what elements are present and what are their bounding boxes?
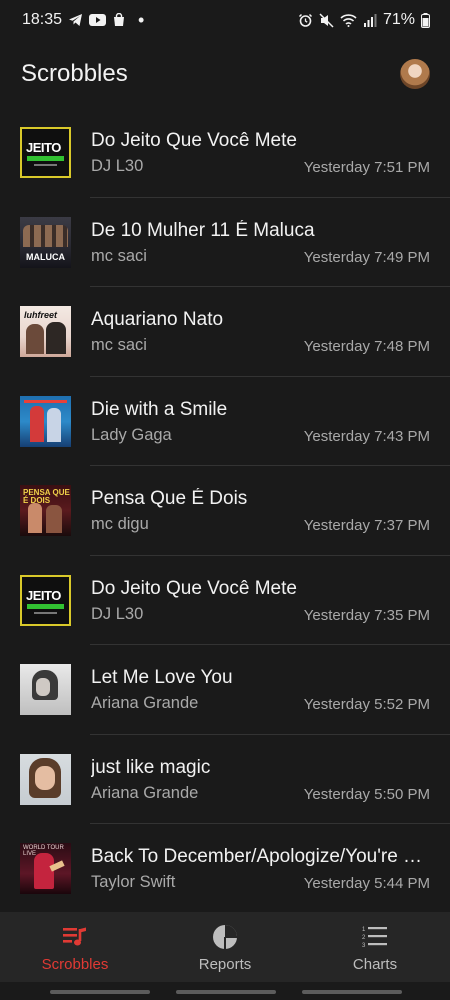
notification-dot: •: [138, 10, 145, 30]
track-title: Die with a Smile: [91, 398, 228, 420]
album-art: Iuhfreet: [20, 306, 71, 357]
album-art: [20, 395, 71, 447]
nav-reports-label: Reports: [198, 956, 252, 973]
pie-chart-icon: [212, 924, 238, 950]
album-art: MALUCA: [20, 216, 71, 268]
svg-text:3: 3: [362, 943, 366, 949]
mute-icon: [319, 12, 334, 28]
gesture-pill-left: [50, 990, 150, 994]
nav-charts[interactable]: 1 2 3 Charts: [300, 912, 450, 982]
nav-scrobbles-label: Scrobbles: [41, 956, 109, 973]
battery-icon: [421, 12, 430, 28]
svg-text:1: 1: [362, 927, 366, 933]
track-artist: Ariana Grande: [91, 783, 199, 802]
album-art: JEITO: [20, 127, 71, 178]
status-bar-left: 18:35 •: [22, 11, 144, 29]
track-artist: Ariana Grande: [91, 694, 199, 712]
album-art-text: PENSA QUE É DOIS: [23, 488, 70, 505]
nav-reports[interactable]: Reports: [150, 912, 300, 982]
scrobble-time: Yesterday 7:35 PM: [303, 606, 430, 624]
avatar[interactable]: [400, 59, 430, 89]
scrobble-row[interactable]: just like magic Ariana Grande Yesterday 5:…: [0, 735, 450, 824]
track-artist: mc saci: [91, 336, 147, 354]
track-title: De 10 Mulher 11 É Maluca: [91, 219, 315, 241]
album-art: PENSA QUE É DOIS: [20, 485, 71, 536]
album-art-text: WORLD TOUR LIVE: [23, 845, 64, 857]
track-title: Do Jeito Que Você Mete: [91, 577, 297, 599]
clock: 18:35: [22, 11, 63, 28]
scrobble-row[interactable]: JEITO Do Jeito Que Você Mete DJ L30 Yesterd…: [0, 556, 450, 645]
ranked-list-icon: 1 2 3: [362, 924, 388, 950]
system-gesture-bar: [0, 982, 450, 1000]
telegram-icon: [68, 13, 83, 27]
track-title: Let Me Love You: [91, 667, 233, 688]
scrobble-row[interactable]: Die with a Smile Lady Gaga Yesterday 7:43 …: [0, 377, 450, 466]
gesture-pill-center[interactable]: [176, 990, 276, 994]
app-screen: 18:35 • 71% Scrobbles JEITO Do Jeito Que…: [0, 0, 450, 1000]
signal-icon: [363, 13, 377, 27]
track-title: Back To December/Apologize/You're Not So…: [91, 846, 433, 867]
svg-text:2: 2: [362, 935, 366, 941]
wifi-icon: [340, 13, 357, 27]
youtube-icon: [89, 14, 107, 26]
status-bar-right: 71%: [298, 11, 430, 29]
page-title: Scrobbles: [21, 60, 128, 87]
track-artist: Taylor Swift: [91, 873, 176, 891]
scrobble-time: Yesterday 5:44 PM: [303, 875, 430, 892]
bottom-navigation: Scrobbles Reports 1 2 3 Charts: [0, 912, 450, 982]
track-title: just like magic: [91, 756, 211, 778]
scrobble-time: Yesterday 7:48 PM: [303, 338, 430, 355]
track-artist: DJ L30: [91, 604, 144, 623]
album-art: JEITO: [20, 574, 71, 626]
alarm-icon: [298, 13, 313, 28]
scrobble-time: Yesterday 7:43 PM: [303, 427, 430, 445]
track-title: Pensa Que É Dois: [91, 488, 248, 509]
album-art: WORLD TOUR LIVE: [20, 843, 71, 894]
scrobble-row[interactable]: JEITO Do Jeito Que Você Mete DJ L30 Yesterd…: [0, 108, 450, 198]
nav-scrobbles[interactable]: Scrobbles: [0, 912, 150, 982]
album-art: [20, 664, 71, 715]
header: Scrobbles: [0, 50, 450, 98]
scrobble-time: Yesterday 7:51 PM: [303, 159, 430, 176]
album-art-text: Iuhfreet: [24, 310, 58, 320]
scrobble-time: Yesterday 5:50 PM: [303, 785, 430, 803]
nav-charts-label: Charts: [352, 956, 398, 973]
album-art: [20, 753, 71, 805]
track-title: Do Jeito Que Você Mete: [91, 130, 297, 151]
album-art-text: MALUCA: [26, 251, 65, 262]
scrobble-row[interactable]: MALUCA De 10 Mulher 11 É Maluca mc saci Yes…: [0, 198, 450, 287]
status-bar: 18:35 • 71%: [0, 0, 450, 40]
track-artist: mc saci: [91, 246, 147, 265]
track-artist: Lady Gaga: [91, 425, 172, 444]
scrobble-list: JEITO Do Jeito Que Você Mete DJ L30 Yesterd…: [0, 108, 450, 914]
scrobble-time: Yesterday 7:49 PM: [303, 248, 430, 266]
album-art-text: JEITO: [26, 140, 61, 155]
track-artist: mc digu: [91, 515, 149, 533]
gesture-pill-right: [302, 990, 402, 994]
scrobble-row[interactable]: Iuhfreet Aquariano Nato mc saci Yesterday 7…: [0, 287, 450, 377]
scrobble-row[interactable]: PENSA QUE É DOIS Pensa Que É Dois mc digu Y…: [0, 466, 450, 556]
scrobble-row[interactable]: WORLD TOUR LIVE Back To December/Apologiz…: [0, 824, 450, 914]
scrobbles-icon: [62, 924, 88, 950]
scrobble-row[interactable]: Let Me Love You Ariana Grande Yesterday 5:…: [0, 645, 450, 735]
track-title: Aquariano Nato: [91, 309, 224, 330]
album-art-text: JEITO: [26, 587, 61, 603]
scrobble-time: Yesterday 7:37 PM: [303, 517, 430, 534]
shopping-bag-icon: [112, 13, 126, 27]
battery-percent: 71%: [382, 11, 415, 28]
scrobble-time: Yesterday 5:52 PM: [303, 696, 430, 713]
track-artist: DJ L30: [91, 157, 144, 175]
